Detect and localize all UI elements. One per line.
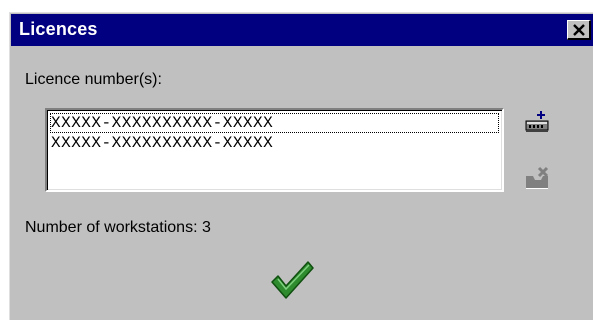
title-bar[interactable]: Licences (11, 14, 593, 46)
list-item[interactable]: XXXXX-XXXXXXXXXX-XXXXX (50, 133, 499, 153)
remove-licence-button[interactable] (523, 164, 551, 192)
list-item[interactable]: XXXXX-XXXXXXXXXX-XXXXX (50, 113, 499, 133)
workstations-count: Number of workstations: 3 (25, 219, 211, 236)
add-licence-icon (525, 111, 549, 132)
licences-dialog: Licences Licence number(s): XXXXX-XXXXXX… (9, 12, 593, 320)
add-licence-button[interactable] (523, 109, 551, 137)
ok-button[interactable] (268, 258, 316, 302)
licence-list[interactable]: XXXXX-XXXXXXXXXX-XXXXX XXXXX-XXXXXXXXXX-… (45, 108, 504, 192)
close-button[interactable] (567, 20, 591, 40)
dialog-title: Licences (19, 19, 98, 39)
licence-numbers-label: Licence number(s): (25, 71, 162, 88)
checkmark-icon (271, 261, 314, 299)
remove-licence-icon (526, 166, 549, 189)
close-icon (573, 24, 585, 36)
